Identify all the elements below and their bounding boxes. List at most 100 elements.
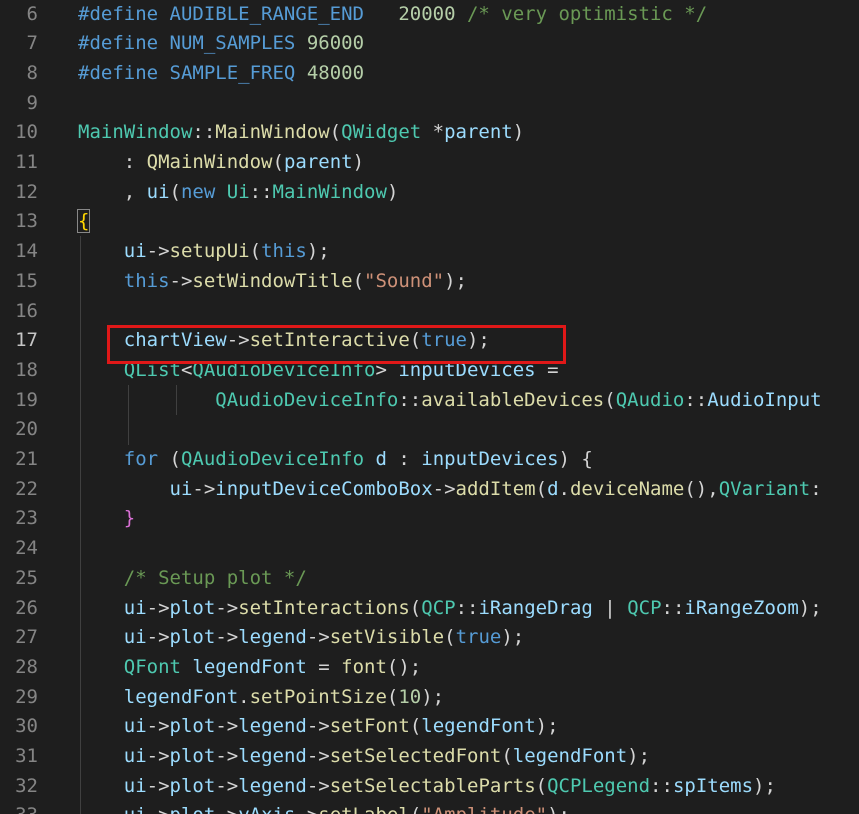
line-number: 6 [26, 2, 38, 25]
code-token: legend [238, 774, 307, 797]
code-token: ( [329, 121, 342, 144]
code-token: QAudioDeviceInfo [180, 448, 365, 470]
code-text: ui->plot->legend->setSelectedFont(legend… [78, 742, 650, 772]
code-token: = [306, 655, 342, 678]
code-line[interactable]: 26 ui->plot->setInteractions(QCP::iRange… [0, 594, 859, 624]
code-line[interactable]: 21 for (QAudioDeviceInfo d : inputDevice… [0, 445, 859, 475]
code-text: /* Setup plot */ [78, 564, 307, 594]
code-token: ( [410, 804, 421, 814]
code-token: -> [215, 745, 239, 767]
code-token: MainWindow [78, 121, 193, 144]
code-text: ui->plot->yAxis->setLabel("Amplitude"); [78, 801, 570, 814]
code-token: -> [169, 269, 193, 292]
code-line[interactable]: 16 [0, 297, 859, 327]
code-token: legendFont [192, 655, 307, 678]
code-line[interactable]: 29 legendFont.setPointSize(10); [0, 683, 859, 713]
code-line[interactable]: 25 /* Setup plot */ [0, 564, 859, 594]
code-token: ( [535, 477, 548, 500]
code-line[interactable]: 33 ui->plot->yAxis->setLabel("Amplitude"… [0, 801, 859, 814]
line-number: 14 [15, 240, 38, 263]
code-line[interactable]: 14 ui->setupUi(this); [0, 237, 859, 267]
code-token: parent [444, 121, 513, 144]
code-token: availableDevices [421, 388, 605, 411]
code-text: { [76, 207, 91, 237]
code-token: -> [146, 745, 170, 767]
code-line[interactable]: 27 ui->plot->legend->setVisible(true); [0, 623, 859, 653]
line-number: 19 [15, 388, 38, 411]
code-token: setFont [329, 715, 410, 738]
code-line[interactable]: 8 #define SAMPLE_FREQ 48000 [0, 59, 859, 89]
line-number: 13 [15, 210, 38, 233]
code-line[interactable]: 32 ui->plot->legend->setSelectableParts(… [0, 772, 859, 802]
code-line[interactable]: 28 QFont legendFont = font(); [0, 653, 859, 683]
code-text: #define AUDIBLE_RANGE_END 20000 /* very … [78, 0, 707, 29]
code-line[interactable]: 13 { [0, 207, 859, 237]
code-token: :: [455, 596, 479, 619]
code-line[interactable]: 12 , ui(new Ui::MainWindow) [0, 178, 859, 208]
code-line[interactable]: 22 ui->inputDeviceComboBox->addItem(d.de… [0, 475, 859, 505]
code-token: -> [432, 477, 456, 500]
code-token: true [455, 626, 502, 649]
code-line[interactable]: 30 ui->plot->legend->setFont(legendFont)… [0, 712, 859, 742]
code-token: . [558, 477, 570, 500]
code-token: :: [192, 121, 216, 144]
code-line[interactable]: 24 [0, 534, 859, 564]
code-token: legend [238, 715, 307, 738]
code-token: Ui [226, 180, 250, 203]
code-token: * [421, 121, 445, 144]
line-number: 20 [15, 418, 38, 441]
code-token: QAudioDeviceInfo [215, 388, 399, 411]
code-token: ( [604, 388, 616, 411]
code-token: parent [283, 151, 353, 173]
code-editor[interactable]: 6 #define AUDIBLE_RANGE_END 20000 /* very… [0, 0, 859, 814]
code-token: legendFont [123, 685, 239, 708]
code-line[interactable]: 9 [0, 89, 859, 119]
code-text: QAudioDeviceInfo::availableDevices(QAudi… [78, 386, 821, 416]
code-token: iRangeZoom [684, 596, 799, 619]
code-line[interactable]: 10 MainWindow::MainWindow(QWidget *parent… [0, 118, 859, 148]
code-token: :: [398, 388, 422, 411]
code-token: plot [169, 774, 216, 797]
code-token: -> [146, 596, 170, 619]
code-token: :: [684, 388, 708, 411]
code-token: plot [169, 715, 216, 738]
line-number: 29 [15, 685, 38, 708]
code-token: } [78, 507, 136, 530]
line-number: 16 [15, 299, 38, 322]
code-token: ) { [558, 448, 593, 470]
code-token: plot [170, 804, 216, 814]
code-token: "Amplitude" [421, 804, 547, 814]
code-token: QAudio [615, 388, 685, 411]
code-token: #define [78, 61, 170, 84]
code-token: plot [169, 745, 216, 767]
code-line[interactable]: 23 } [0, 504, 859, 534]
code-line[interactable]: 11 : QMainWindow(parent) [0, 148, 859, 178]
line-number: 23 [15, 507, 38, 530]
code-token: ui [124, 804, 147, 814]
code-text: MainWindow::MainWindow(QWidget *parent) [78, 118, 524, 148]
code-text: ui->setupUi(this); [78, 237, 330, 267]
code-token: 96000 [306, 32, 365, 55]
code-line[interactable]: 31 ui->plot->legend->setSelectedFont(leg… [0, 742, 859, 772]
code-token: ); [753, 774, 776, 797]
code-text: ui->inputDeviceComboBox->addItem(d.devic… [78, 475, 822, 505]
code-line[interactable]: 7 #define NUM_SAMPLES 96000 [0, 29, 859, 59]
code-token: /* Setup plot */ [123, 566, 307, 589]
code-token: inputDeviceComboBox [215, 477, 433, 500]
code-token: QWidget [341, 121, 422, 144]
line-number: 25 [15, 566, 38, 589]
code-line[interactable]: 6 #define AUDIBLE_RANGE_END 20000 /* very… [0, 0, 859, 29]
code-token: { [76, 209, 91, 234]
code-line[interactable]: 15 this->setWindowTitle("Sound"); [0, 267, 859, 297]
code-token: ( [272, 151, 284, 173]
code-text: } [78, 504, 135, 534]
